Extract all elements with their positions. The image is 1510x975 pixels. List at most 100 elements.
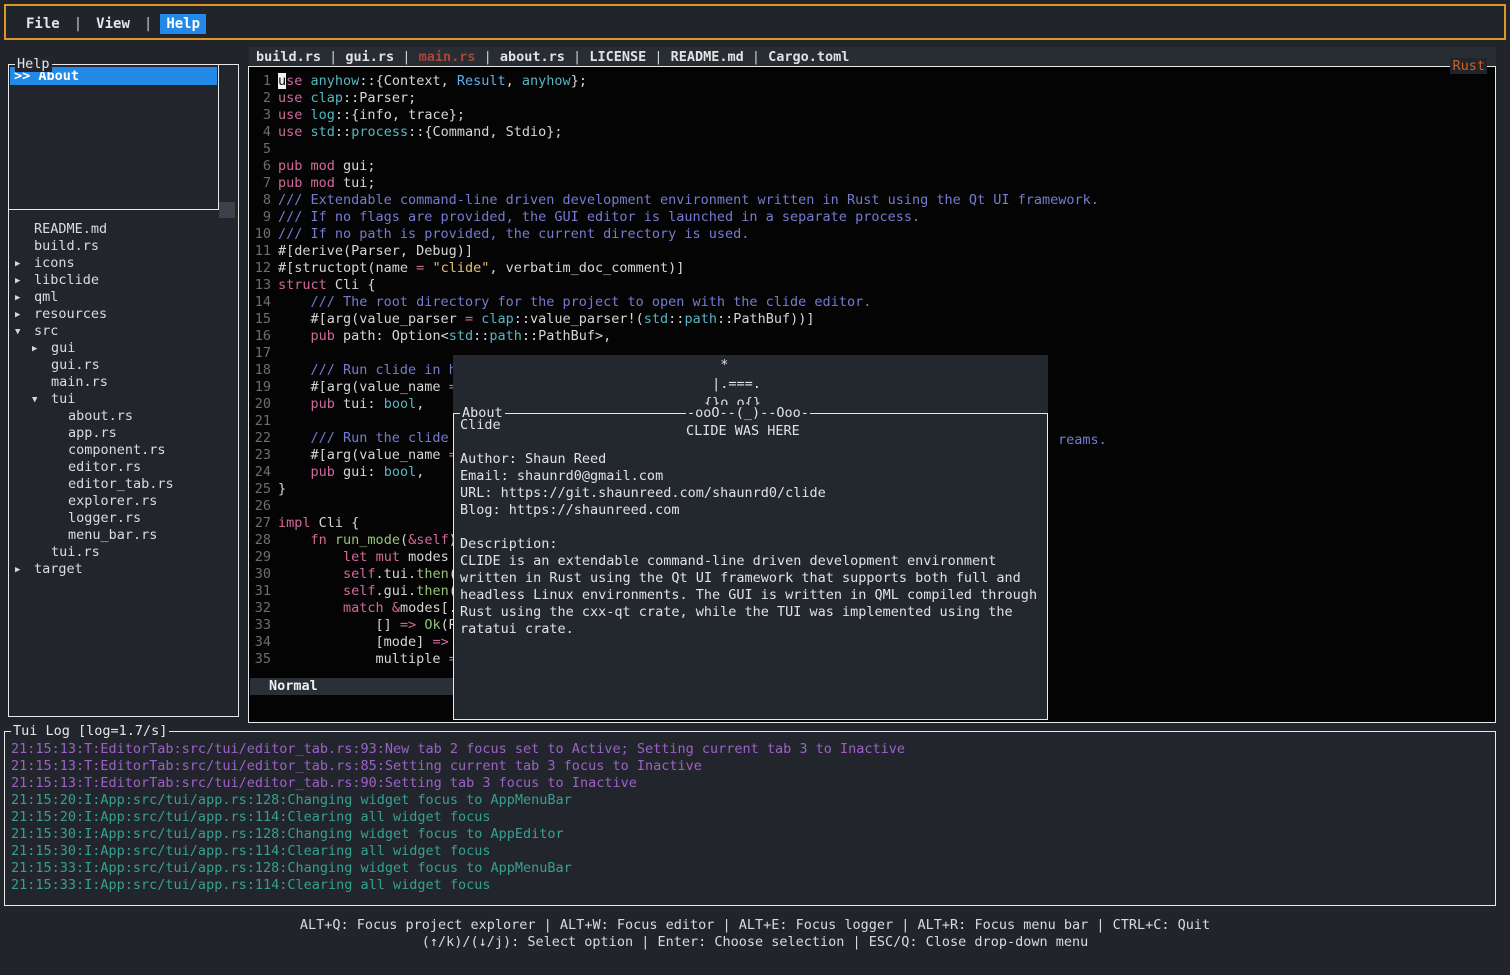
tree-item-gui[interactable]: ▶gui bbox=[9, 340, 236, 357]
line-number: 23 bbox=[253, 447, 271, 464]
tab-separator: | bbox=[646, 49, 670, 65]
code-line-11[interactable]: 11#[derive(Parser, Debug)] bbox=[253, 243, 473, 260]
code-line-16[interactable]: 16 pub path: Option<std::path::PathBuf>, bbox=[253, 328, 611, 345]
tree-item-label: app.rs bbox=[68, 425, 117, 441]
menu-item-help[interactable]: Help bbox=[160, 14, 206, 34]
code-line-8[interactable]: 8/// Extendable command-line driven deve… bbox=[253, 192, 1099, 209]
code-line-9[interactable]: 9/// If no flags are provided, the GUI e… bbox=[253, 209, 920, 226]
log-entry-trace: 21:15:13:T:EditorTab:src/tui/editor_tab.… bbox=[11, 758, 905, 775]
line-number: 2 bbox=[253, 90, 271, 107]
code-line-23[interactable]: 23 #[arg(value_name = bbox=[253, 447, 457, 464]
code-line-1[interactable]: 1use anyhow::{Context, Result, anyhow}; bbox=[253, 73, 587, 90]
tree-item-gui-rs[interactable]: gui.rs bbox=[9, 357, 236, 374]
tree-item-about-rs[interactable]: about.rs bbox=[9, 408, 236, 425]
tree-item-logger-rs[interactable]: logger.rs bbox=[9, 510, 236, 527]
line-number: 13 bbox=[253, 277, 271, 294]
line-number: 32 bbox=[253, 600, 271, 617]
code-line-31[interactable]: 31 self.gui.then( bbox=[253, 583, 457, 600]
menu-separator: | bbox=[144, 16, 152, 32]
tree-item-tui-rs[interactable]: tui.rs bbox=[9, 544, 236, 561]
text-cursor: u bbox=[278, 73, 286, 89]
tree-item-src[interactable]: ▼src bbox=[9, 323, 236, 340]
about-dialog-body: Clide Author: Shaun Reed Email: shaunrd0… bbox=[460, 417, 1037, 638]
chevron-collapsed-icon: ▶ bbox=[15, 562, 34, 579]
code-line-4[interactable]: 4use std::process::{Command, Stdio}; bbox=[253, 124, 563, 141]
code-line-17[interactable]: 17 bbox=[253, 345, 278, 362]
editor-tab-cargo-toml[interactable]: Cargo.toml bbox=[768, 49, 849, 65]
log-entry-trace: 21:15:13:T:EditorTab:src/tui/editor_tab.… bbox=[11, 741, 905, 758]
code-line-15[interactable]: 15 #[arg(value_parser = clap::value_pars… bbox=[253, 311, 815, 328]
code-line-26[interactable]: 26 bbox=[253, 498, 278, 515]
code-line-33[interactable]: 33 [] => Ok(R bbox=[253, 617, 457, 634]
code-line-24[interactable]: 24 pub gui: bool, bbox=[253, 464, 424, 481]
file-tree: README.mdbuild.rs▶icons▶libclide▶qml▶res… bbox=[9, 221, 236, 578]
tree-item-editor-tab-rs[interactable]: editor_tab.rs bbox=[9, 476, 236, 493]
chevron-collapsed-icon: ▶ bbox=[15, 256, 34, 273]
code-line-29[interactable]: 29 let mut modes bbox=[253, 549, 457, 566]
line-number: 28 bbox=[253, 532, 271, 549]
tree-item-readme-md[interactable]: README.md bbox=[9, 221, 236, 238]
code-line-28[interactable]: 28 fn run_mode(&self) bbox=[253, 532, 457, 549]
tree-item-resources[interactable]: ▶resources bbox=[9, 306, 236, 323]
tree-item-target[interactable]: ▶target bbox=[9, 561, 236, 578]
tree-item-menu-bar-rs[interactable]: menu_bar.rs bbox=[9, 527, 236, 544]
code-line-35[interactable]: 35 multiple = bbox=[253, 651, 457, 668]
chevron-expanded-icon: ▼ bbox=[32, 392, 51, 409]
tree-item-libclide[interactable]: ▶libclide bbox=[9, 272, 236, 289]
tree-item-label: gui bbox=[51, 340, 75, 356]
menu-item-file[interactable]: File bbox=[20, 14, 66, 34]
editor-tab-main-rs[interactable]: main.rs bbox=[419, 49, 476, 65]
tree-item-label: about.rs bbox=[68, 408, 133, 424]
code-line-7[interactable]: 7pub mod tui; bbox=[253, 175, 376, 192]
about-dialog-box: About -ooO--(_)--Ooo- CLIDE WAS HERE Cli… bbox=[453, 413, 1048, 720]
code-line-32[interactable]: 32 match &modes[. bbox=[253, 600, 457, 617]
editor-tab-readme-md[interactable]: README.md bbox=[671, 49, 744, 65]
code-line-25[interactable]: 25} bbox=[253, 481, 286, 498]
tree-item-explorer-rs[interactable]: explorer.rs bbox=[9, 493, 236, 510]
code-line-5[interactable]: 5 bbox=[253, 141, 278, 158]
code-line-22[interactable]: 22 /// Run the clide bbox=[253, 430, 457, 447]
code-line-30[interactable]: 30 self.tui.then( bbox=[253, 566, 457, 583]
tree-item-qml[interactable]: ▶qml bbox=[9, 289, 236, 306]
code-line-21[interactable]: 21 bbox=[253, 413, 278, 430]
line-number: 5 bbox=[253, 141, 271, 158]
code-line-13[interactable]: 13struct Cli { bbox=[253, 277, 376, 294]
code-line-6[interactable]: 6pub mod gui; bbox=[253, 158, 376, 175]
help-dropdown-title: Help bbox=[15, 56, 52, 72]
tree-item-label: target bbox=[34, 561, 83, 577]
code-line-14[interactable]: 14 /// The root directory for the projec… bbox=[253, 294, 871, 311]
explorer-scrollbar-thumb[interactable] bbox=[219, 202, 235, 218]
about-popup: * |.===. {}o o{} About -ooO--(_)--Ooo- C… bbox=[453, 355, 1048, 720]
tab-separator: | bbox=[565, 49, 589, 65]
log-entry-trace: 21:15:13:T:EditorTab:src/tui/editor_tab.… bbox=[11, 775, 905, 792]
help-dropdown: Help >> About bbox=[8, 64, 219, 210]
menu-item-view[interactable]: View bbox=[90, 14, 136, 34]
menu-separator: | bbox=[74, 16, 82, 32]
line-number: 24 bbox=[253, 464, 271, 481]
code-line-2[interactable]: 2use clap::Parser; bbox=[253, 90, 416, 107]
tree-item-component-rs[interactable]: component.rs bbox=[9, 442, 236, 459]
code-line-3[interactable]: 3use log::{info, trace}; bbox=[253, 107, 465, 124]
code-line-27[interactable]: 27impl Cli { bbox=[253, 515, 359, 532]
menu-bar: File | View | Help bbox=[4, 4, 1506, 40]
editor-tab-about-rs[interactable]: about.rs bbox=[500, 49, 565, 65]
tui-log-panel: Tui Log [log=1.7/s] 21:15:13:T:EditorTab… bbox=[4, 731, 1496, 906]
code-line-19[interactable]: 19 #[arg(value_name = bbox=[253, 379, 457, 396]
editor-tab-build-rs[interactable]: build.rs bbox=[256, 49, 321, 65]
code-line-12[interactable]: 12#[structopt(name = "clide", verbatim_d… bbox=[253, 260, 684, 277]
line-number: 15 bbox=[253, 311, 271, 328]
statusbar-shortcuts-line1: ALT+Q: Focus project explorer | ALT+W: F… bbox=[0, 917, 1510, 933]
editor-tab-license[interactable]: LICENSE bbox=[589, 49, 646, 65]
code-line-34[interactable]: 34 [mode] => bbox=[253, 634, 449, 651]
editor-tab-gui-rs[interactable]: gui.rs bbox=[345, 49, 394, 65]
tree-item-icons[interactable]: ▶icons bbox=[9, 255, 236, 272]
tree-item-editor-rs[interactable]: editor.rs bbox=[9, 459, 236, 476]
code-line-20[interactable]: 20 pub tui: bool, bbox=[253, 396, 424, 413]
tree-item-main-rs[interactable]: main.rs bbox=[9, 374, 236, 391]
chevron-collapsed-icon: ▶ bbox=[15, 290, 34, 307]
tree-item-app-rs[interactable]: app.rs bbox=[9, 425, 236, 442]
tree-item-build-rs[interactable]: build.rs bbox=[9, 238, 236, 255]
code-line-18[interactable]: 18 /// Run clide in h bbox=[253, 362, 457, 379]
code-line-10[interactable]: 10/// If no path is provided, the curren… bbox=[253, 226, 749, 243]
tree-item-tui[interactable]: ▼tui bbox=[9, 391, 236, 408]
